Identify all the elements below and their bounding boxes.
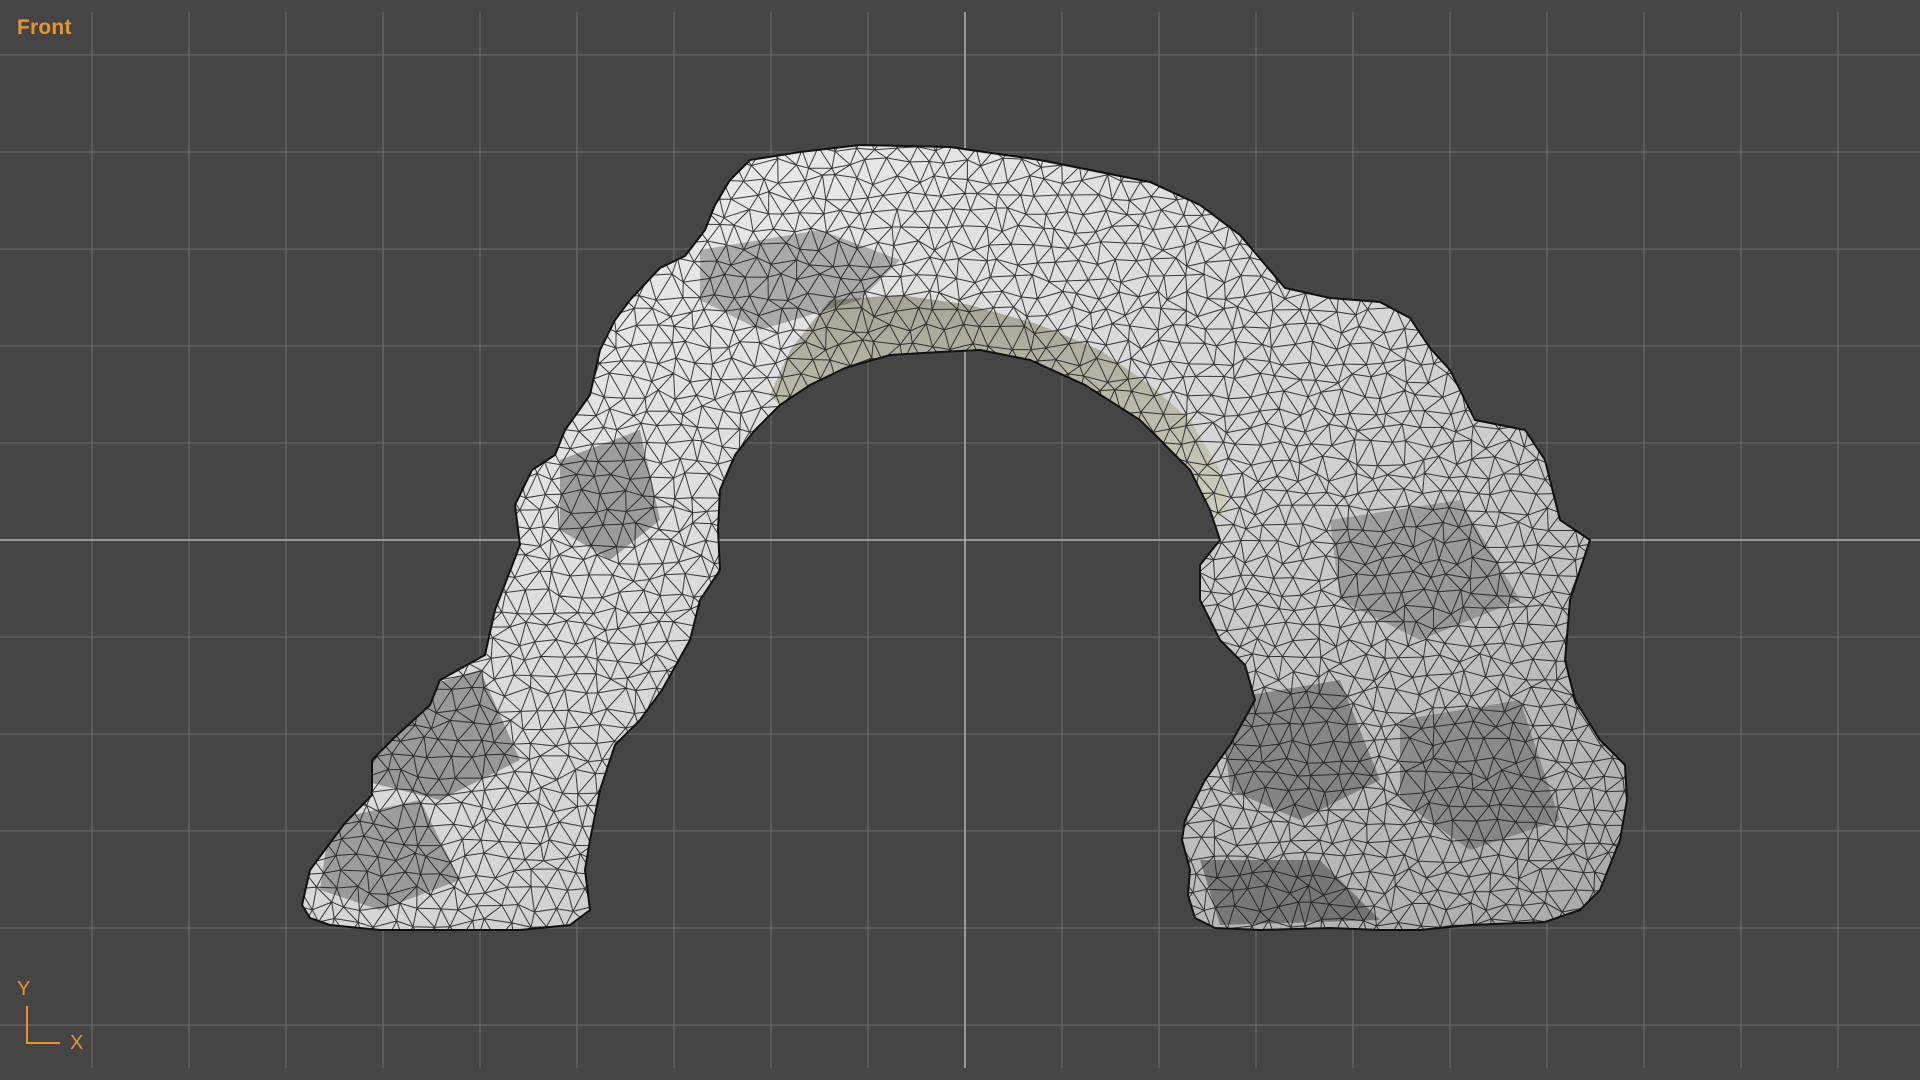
viewport-label[interactable]: Front xyxy=(17,16,72,40)
axis-x-label: X xyxy=(70,1032,84,1054)
arch-mesh-model[interactable] xyxy=(0,0,1920,1080)
axis-y-label: Y xyxy=(17,978,31,1000)
front-viewport[interactable]: Front Y X xyxy=(0,0,1920,1080)
arch-fill xyxy=(302,145,1627,930)
axis-gizmo: Y X xyxy=(14,978,94,1058)
